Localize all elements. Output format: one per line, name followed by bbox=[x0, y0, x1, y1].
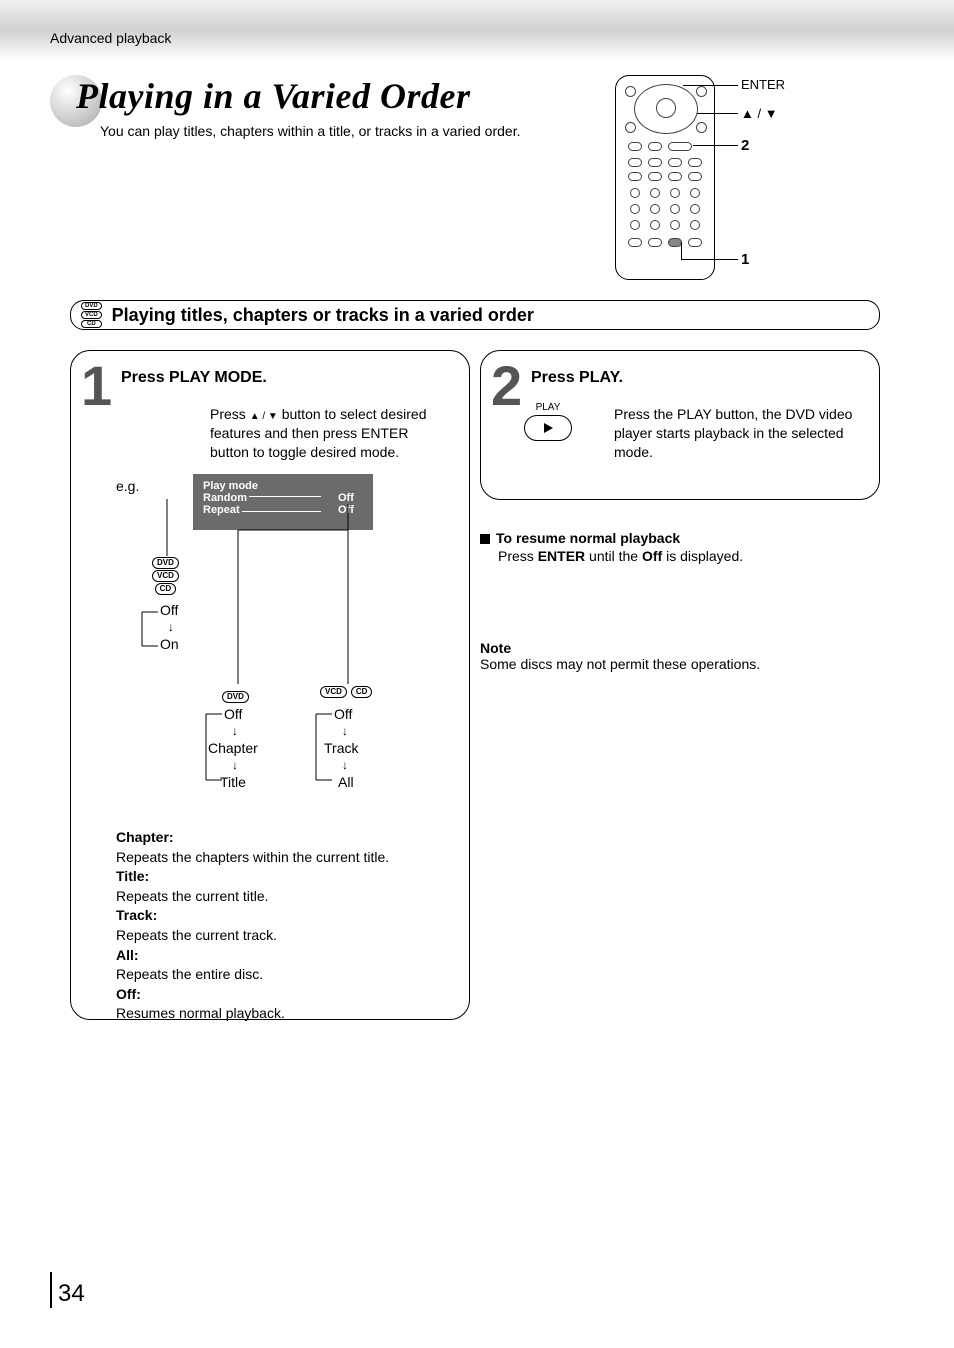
title-area: Playing in a Varied Order You can play t… bbox=[50, 75, 600, 139]
remote-diagram: ENTER ▲ / ▼ 2 1 bbox=[615, 75, 815, 280]
osd-repeat-label: Repeat bbox=[203, 504, 288, 516]
page-subtitle: You can play titles, chapters within a t… bbox=[100, 123, 600, 139]
step-2-title: Press PLAY. bbox=[531, 369, 857, 387]
bullet-square-icon bbox=[480, 534, 490, 544]
repeat-vcdcd-badges: VCD CD bbox=[320, 686, 372, 698]
eg-label: e.g. bbox=[116, 478, 139, 494]
badge-dvd: DVD bbox=[81, 302, 102, 310]
remote-outline bbox=[615, 75, 715, 280]
random-badges: DVD VCD CD bbox=[152, 557, 179, 595]
repeat-dvd-title: Title bbox=[220, 774, 246, 790]
step-1-number: 1 bbox=[81, 353, 112, 418]
arrow-down-icon: ↓ bbox=[342, 724, 348, 738]
note-block: Note Some discs may not permit these ope… bbox=[480, 640, 880, 672]
repeat-dvd-badge: DVD bbox=[222, 686, 249, 704]
badge-cd: CD bbox=[81, 320, 102, 328]
breadcrumb: Advanced playback bbox=[50, 30, 171, 46]
play-button-graphic: PLAY bbox=[518, 402, 578, 441]
step-1-title: Press PLAY MODE. bbox=[121, 369, 447, 387]
badge-vcd: VCD bbox=[81, 311, 102, 319]
repeat-dvd-chapter: Chapter bbox=[208, 740, 258, 756]
resume-heading: To resume normal playback bbox=[496, 530, 680, 546]
badge-cd: CD bbox=[155, 583, 177, 595]
callout-enter: ENTER bbox=[741, 77, 785, 92]
repeat-vcdcd-all: All bbox=[338, 774, 354, 790]
osd-repeat-value: Off bbox=[338, 504, 354, 516]
osd-header: Play mode bbox=[203, 480, 363, 492]
note-body: Some discs may not permit these operatio… bbox=[480, 656, 760, 672]
arrow-down-icon: ↓ bbox=[168, 620, 174, 634]
random-off: Off bbox=[160, 602, 178, 618]
repeat-vcdcd-track: Track bbox=[324, 740, 358, 756]
arrow-down-icon: ↓ bbox=[232, 724, 238, 738]
arrow-down-icon: ↓ bbox=[342, 758, 348, 772]
osd-random-value: Off bbox=[338, 492, 354, 504]
play-icon bbox=[524, 415, 572, 441]
repeat-dvd-off: Off bbox=[224, 706, 242, 722]
play-label: PLAY bbox=[518, 402, 578, 413]
step-2-body: Press the PLAY button, the DVD video pla… bbox=[614, 405, 864, 462]
disc-badges: DVD VCD CD bbox=[81, 302, 102, 328]
callout-nav: ▲ / ▼ bbox=[741, 106, 778, 121]
badge-vcd: VCD bbox=[152, 570, 179, 582]
section-banner: DVD VCD CD Playing titles, chapters or t… bbox=[70, 300, 880, 330]
callout-2: 2 bbox=[741, 137, 749, 154]
definitions: Chapter: Repeats the chapters within the… bbox=[116, 828, 436, 1024]
callout-1: 1 bbox=[741, 251, 749, 268]
note-heading: Note bbox=[480, 640, 511, 656]
page-title: Playing in a Varied Order bbox=[76, 75, 600, 117]
up-down-icon: ▲ / ▼ bbox=[250, 411, 278, 422]
repeat-vcdcd-off: Off bbox=[334, 706, 352, 722]
page-number: 34 bbox=[50, 1272, 85, 1308]
badge-dvd: DVD bbox=[152, 557, 179, 569]
osd-random-label: Random bbox=[203, 492, 288, 504]
osd-box: Play mode Random Off Repeat Off bbox=[193, 474, 373, 530]
random-on: On bbox=[160, 636, 179, 652]
step-1-instruction: Press ▲ / ▼ button to select desired fea… bbox=[210, 405, 450, 462]
resume-block: To resume normal playback Press ENTER un… bbox=[480, 530, 880, 564]
arrow-down-icon: ↓ bbox=[232, 758, 238, 772]
section-title: Playing titles, chapters or tracks in a … bbox=[112, 305, 534, 326]
